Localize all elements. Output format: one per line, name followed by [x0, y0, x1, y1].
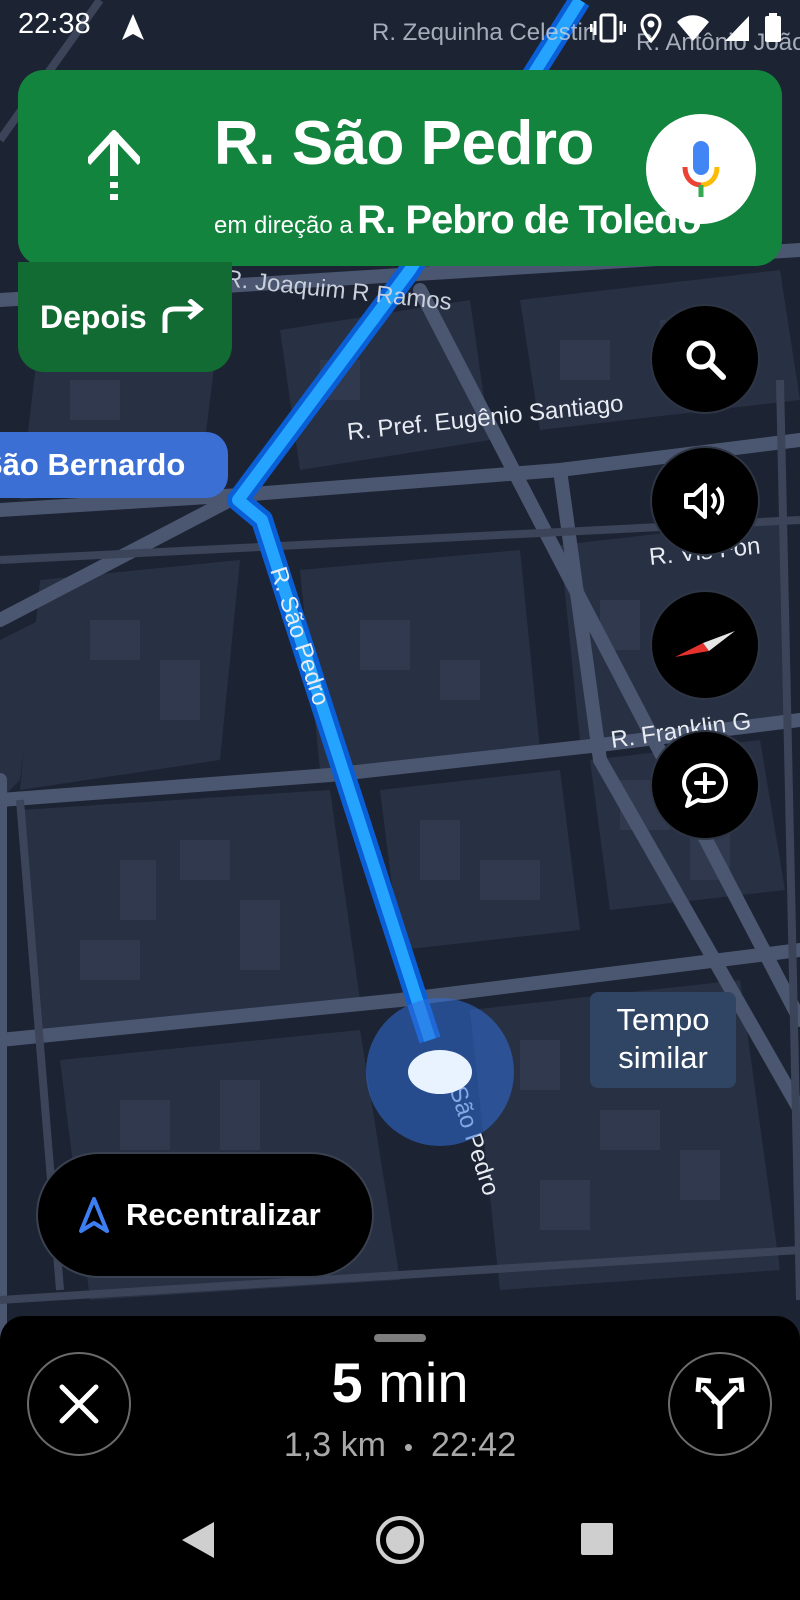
traffic-callout-line: similar	[618, 1040, 708, 1075]
traffic-callout-line: Tempo	[616, 1002, 710, 1037]
navigation-arrow-icon	[122, 14, 144, 40]
close-icon	[59, 1384, 99, 1424]
search-button[interactable]	[650, 304, 760, 414]
volume-icon	[684, 483, 725, 519]
compass-button[interactable]	[650, 590, 760, 700]
location-icon	[640, 13, 662, 43]
battery-icon	[765, 13, 781, 42]
status-bar: 22:38	[0, 0, 800, 54]
alternate-routes-icon	[695, 1377, 745, 1429]
add-report-icon	[682, 763, 728, 808]
straight-arrow-icon	[88, 130, 140, 200]
status-icons	[590, 8, 782, 48]
drag-handle[interactable]	[374, 1334, 426, 1342]
voice-search-button[interactable]	[646, 114, 756, 224]
signal-icon	[725, 16, 749, 41]
traffic-callout[interactable]: Tempo similar	[590, 992, 736, 1088]
wifi-icon	[677, 15, 709, 41]
exit-navigation-button[interactable]	[27, 1352, 131, 1456]
next-street-name: R. São Pedro	[214, 109, 594, 178]
recents-icon[interactable]	[580, 1522, 614, 1556]
towards-label: em direção a	[214, 212, 353, 239]
recenter-label: Recentralizar	[126, 1197, 321, 1232]
status-time: 22:38	[18, 8, 91, 40]
duration-unit: min	[378, 1351, 469, 1414]
sound-button[interactable]	[650, 446, 760, 556]
vibrate-icon	[590, 13, 626, 43]
system-nav-bar	[0, 1452, 800, 1600]
alternate-routes-button[interactable]	[668, 1352, 772, 1456]
navigation-arrow-icon	[79, 1197, 109, 1233]
place-label[interactable]: São Bernardo	[0, 432, 228, 498]
recenter-button[interactable]: Recentralizar	[36, 1152, 374, 1278]
google-mic-icon	[682, 141, 720, 197]
search-icon	[686, 340, 726, 380]
towards-row: em direção a R. Pebro de Toledo	[214, 198, 702, 243]
towards-street: R. Pebro de Toledo	[357, 198, 702, 242]
home-icon[interactable]	[374, 1514, 426, 1566]
trip-duration: 5 min	[200, 1352, 600, 1414]
place-label-text: São Bernardo	[0, 447, 186, 482]
back-icon[interactable]	[180, 1520, 216, 1560]
current-location-dot	[408, 1050, 472, 1094]
duration-value: 5	[331, 1351, 363, 1414]
report-button[interactable]	[650, 730, 760, 840]
next-turn-card[interactable]: R. São Pedro em direção a R. Pebro de To…	[18, 70, 782, 266]
then-card[interactable]: Depois	[18, 262, 232, 372]
then-label: Depois	[40, 298, 147, 335]
turn-right-icon	[162, 299, 204, 333]
eta-block: 5 min 1,3 km • 22:42	[200, 1352, 600, 1465]
compass-icon	[675, 631, 735, 657]
